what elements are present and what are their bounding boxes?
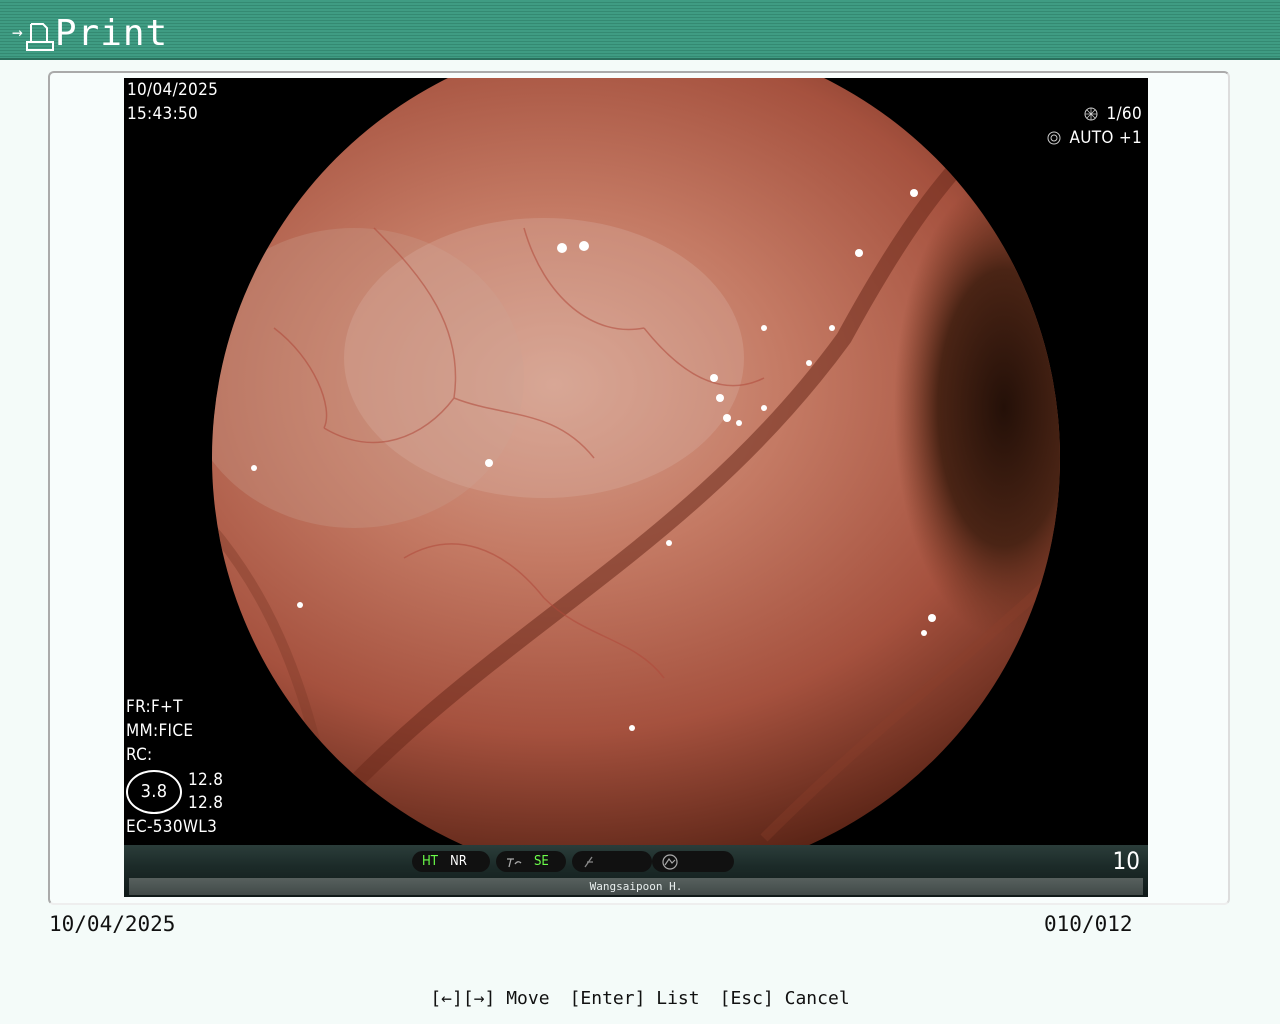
scope-view <box>212 78 1060 845</box>
settings-overlay: FR:F+T MM:FICE RC: 3.8 12.8 12.8 EC-530W… <box>126 695 223 839</box>
shutter-icon <box>1084 107 1098 121</box>
key-help: [←][→] Move [Enter] List [Esc] Cancel <box>0 988 1280 1009</box>
help-move: [←][→] Move <box>430 988 550 1009</box>
iris-mode: AUTO +1 <box>1069 128 1142 148</box>
image-index: 010/012 <box>1044 912 1133 936</box>
print-preview-screen: → Print 10/04/2025 15:43:50 1/60 AUTO +1… <box>0 0 1280 1024</box>
print-icon <box>25 23 54 51</box>
title-bar: → Print <box>0 0 1280 60</box>
shutter-speed: 1/60 <box>1106 104 1142 124</box>
ht-nr-indicator: HT NR <box>412 851 490 872</box>
iris-icon <box>1047 131 1061 145</box>
gauge-top: 12.8 <box>188 770 224 790</box>
image-date: 10/04/2025 <box>127 80 219 100</box>
endoscopy-image: 10/04/2025 15:43:50 1/60 AUTO +1 FR:F+T <box>124 78 1148 897</box>
patient-name: Wangsaipoon H. <box>129 878 1143 895</box>
structure-icon <box>507 857 522 867</box>
scope-model: EC-530WL3 <box>126 817 218 837</box>
mode-indicator <box>652 851 734 872</box>
rc-setting: RC: <box>126 745 153 765</box>
gauge-bottom: 12.8 <box>188 793 224 813</box>
gauge-circle: 3.8 <box>126 770 182 814</box>
mode-icon <box>662 853 678 870</box>
se-indicator: SE <box>496 851 566 872</box>
arrow-icon: → <box>12 22 23 43</box>
filter-indicator <box>572 851 652 872</box>
datetime-overlay: 10/04/2025 15:43:50 <box>127 78 218 126</box>
image-time: 15:43:50 <box>127 104 199 124</box>
gauge: 3.8 12.8 12.8 <box>126 769 223 815</box>
help-list: [Enter] List <box>569 988 700 1009</box>
page-title: Print <box>54 13 169 54</box>
se-label: SE <box>534 854 549 869</box>
fr-setting: FR:F+T <box>126 697 183 717</box>
status-bar: HT NR SE 10 Wangsaipoon H. <box>124 845 1148 897</box>
help-cancel: [Esc] Cancel <box>719 988 850 1009</box>
mm-setting: MM:FICE <box>126 721 194 741</box>
exposure-overlay: 1/60 AUTO +1 <box>1047 102 1142 150</box>
nr-label: NR <box>449 854 467 869</box>
filter-icon <box>584 856 593 867</box>
image-counter: 10 <box>1112 847 1140 875</box>
print-date: 10/04/2025 <box>49 912 176 936</box>
ht-label: HT <box>422 854 438 869</box>
